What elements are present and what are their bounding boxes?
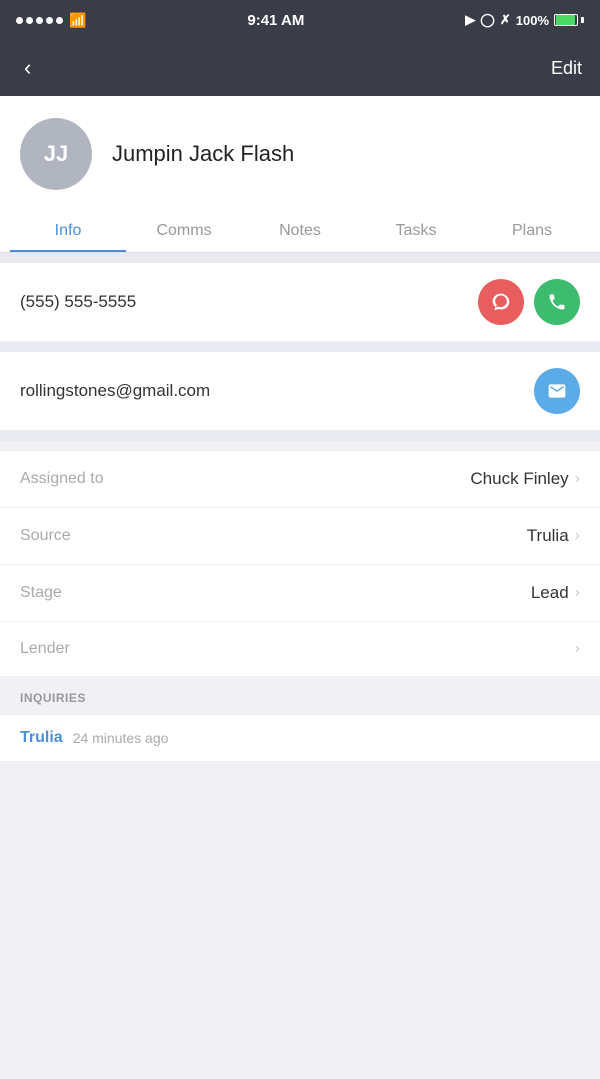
source-row[interactable]: Source Trulia › — [0, 508, 600, 565]
call-button[interactable] — [534, 279, 580, 325]
inquiries-header: INQUIRIES — [0, 677, 600, 715]
tabs-container: Info Comms Notes Tasks Plans — [0, 208, 600, 253]
inquiry-row: Trulia 24 minutes ago — [0, 715, 600, 762]
stage-label: Stage — [20, 584, 62, 602]
contact-header: JJ Jumpin Jack Flash — [0, 96, 600, 208]
contact-name: Jumpin Jack Flash — [112, 141, 294, 167]
source-label: Source — [20, 527, 71, 545]
status-time: 9:41 AM — [247, 12, 304, 29]
lender-label: Lender — [20, 640, 70, 658]
status-left: 📶 — [16, 12, 86, 29]
inquiry-source: Trulia — [20, 729, 63, 747]
back-button[interactable]: ‹ — [18, 49, 37, 87]
stage-chevron: › — [575, 584, 580, 602]
tab-plans[interactable]: Plans — [474, 208, 590, 252]
assigned-to-label: Assigned to — [20, 470, 104, 488]
alarm-icon: ◯ — [480, 12, 495, 28]
location-icon: ▶ — [465, 12, 475, 28]
stage-value-group: Lead › — [531, 583, 580, 603]
source-value-group: Trulia › — [527, 526, 580, 546]
inquiry-time: 24 minutes ago — [73, 730, 169, 746]
avatar: JJ — [20, 118, 92, 190]
detail-section: Assigned to Chuck Finley › Source Trulia… — [0, 451, 600, 677]
wifi-icon: 📶 — [69, 12, 86, 29]
tab-info[interactable]: Info — [10, 208, 126, 252]
phone-row: (555) 555-5555 — [0, 263, 600, 342]
source-chevron: › — [575, 527, 580, 545]
edit-button[interactable]: Edit — [551, 58, 582, 79]
inquiries-section-label: INQUIRIES — [20, 691, 86, 705]
stage-row[interactable]: Stage Lead › — [0, 565, 600, 622]
email-row: rollingstones@gmail.com — [0, 352, 600, 431]
tab-tasks[interactable]: Tasks — [358, 208, 474, 252]
battery-indicator — [554, 14, 584, 26]
section-separator-1 — [0, 253, 600, 263]
email-address: rollingstones@gmail.com — [20, 381, 210, 401]
stage-value: Lead — [531, 583, 569, 603]
assigned-to-chevron: › — [575, 470, 580, 488]
status-right: ▶ ◯ ✗ 100% — [465, 12, 584, 28]
email-icon — [547, 381, 567, 401]
assigned-to-row[interactable]: Assigned to Chuck Finley › — [0, 451, 600, 508]
status-bar: 📶 9:41 AM ▶ ◯ ✗ 100% — [0, 0, 600, 40]
assigned-to-value: Chuck Finley — [470, 469, 568, 489]
lender-value-group: › — [569, 640, 580, 658]
assigned-to-value-group: Chuck Finley › — [470, 469, 580, 489]
tab-notes[interactable]: Notes — [242, 208, 358, 252]
section-separator-2 — [0, 342, 600, 352]
message-icon — [491, 292, 511, 312]
lender-chevron: › — [575, 640, 580, 658]
bluetooth-icon: ✗ — [500, 12, 511, 28]
message-button[interactable] — [478, 279, 524, 325]
email-button[interactable] — [534, 368, 580, 414]
call-icon — [547, 292, 567, 312]
tab-comms[interactable]: Comms — [126, 208, 242, 252]
tabs: Info Comms Notes Tasks Plans — [0, 208, 600, 252]
lender-row[interactable]: Lender › — [0, 622, 600, 677]
email-action-buttons — [534, 368, 580, 414]
phone-number: (555) 555-5555 — [20, 292, 136, 312]
source-value: Trulia — [527, 526, 569, 546]
signal-dots — [16, 17, 63, 24]
nav-bar: ‹ Edit — [0, 40, 600, 96]
phone-action-buttons — [478, 279, 580, 325]
battery-percent: 100% — [516, 13, 549, 28]
section-separator-3 — [0, 431, 600, 441]
